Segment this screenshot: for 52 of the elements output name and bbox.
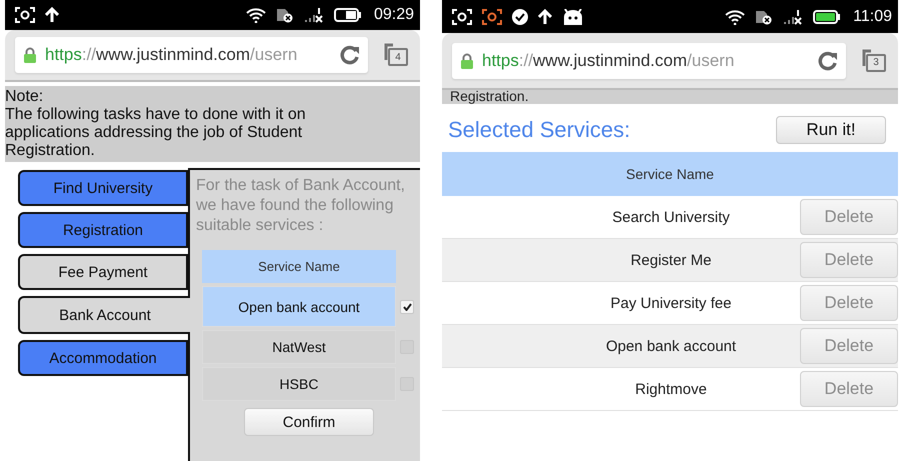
tab-count[interactable]: 4 bbox=[388, 48, 408, 66]
battery-icon bbox=[334, 7, 362, 23]
clock-time: 09:29 bbox=[374, 6, 414, 24]
up-arrow-icon bbox=[45, 7, 59, 23]
task-tab[interactable]: Accommodation bbox=[18, 340, 188, 376]
clock-time: 11:09 bbox=[853, 8, 892, 26]
note-title: Note: bbox=[5, 88, 44, 106]
service-cell[interactable]: NatWest bbox=[202, 330, 396, 364]
scrolled-text: Registration. bbox=[442, 90, 898, 104]
service-name: Pay University fee bbox=[610, 294, 732, 312]
service-name: Search University bbox=[611, 208, 731, 226]
battery-icon bbox=[813, 8, 842, 24]
signal-icon bbox=[304, 7, 324, 23]
url-text: https://www.justinmind.com/usern bbox=[45, 45, 298, 65]
service-cell[interactable]: Open bank account bbox=[202, 286, 396, 327]
wifi-icon bbox=[725, 8, 746, 24]
service-name: Open bank account bbox=[604, 338, 738, 354]
run-button[interactable]: Run it! bbox=[776, 116, 886, 144]
camera-frame-icon bbox=[482, 8, 502, 24]
checkbox[interactable] bbox=[400, 300, 414, 314]
reload-icon[interactable] bbox=[340, 45, 360, 65]
service-cell[interactable]: HSBC bbox=[202, 367, 396, 401]
tab-count[interactable]: 3 bbox=[866, 54, 886, 72]
camera-frame-icon bbox=[15, 7, 35, 23]
task-tab[interactable]: Fee Payment bbox=[18, 254, 188, 290]
address-bar[interactable]: https://www.justinmind.com/usern bbox=[452, 42, 846, 78]
url-text: https://www.justinmind.com/usern bbox=[482, 50, 736, 70]
reload-icon[interactable] bbox=[818, 50, 838, 70]
wifi-icon bbox=[246, 7, 266, 23]
note-text: The following tasks have to done with it on applications addressing the job of Student Registration. bbox=[5, 106, 307, 160]
column-header: Service Name bbox=[442, 152, 898, 196]
task-tab[interactable]: Registration bbox=[18, 212, 188, 248]
camera-frame-icon bbox=[452, 8, 472, 24]
tabs-icon[interactable] bbox=[862, 48, 872, 66]
up-arrow-icon bbox=[538, 8, 552, 24]
task-tab[interactable]: Bank Account bbox=[18, 296, 190, 334]
tabs-icon[interactable] bbox=[384, 43, 394, 61]
column-header: Service Name bbox=[202, 250, 396, 283]
service-name: Rightmove bbox=[634, 380, 708, 398]
service-name: Register Me bbox=[630, 252, 712, 268]
address-bar[interactable]: https://www.justinmind.com/usern bbox=[15, 37, 368, 73]
section-title: Selected Services: bbox=[448, 117, 630, 143]
robot-icon bbox=[562, 8, 584, 24]
sim-card-icon bbox=[755, 8, 774, 24]
confirm-button[interactable]: Confirm bbox=[244, 408, 374, 436]
task-tab[interactable]: Find University bbox=[18, 170, 188, 206]
check-circle-icon bbox=[512, 8, 528, 24]
panel-description: For the task of Bank Account, we have found the following suitable services : bbox=[196, 176, 406, 236]
sim-card-icon bbox=[276, 7, 294, 23]
lock-icon bbox=[23, 47, 37, 63]
signal-icon bbox=[783, 8, 804, 24]
lock-icon bbox=[460, 52, 474, 68]
